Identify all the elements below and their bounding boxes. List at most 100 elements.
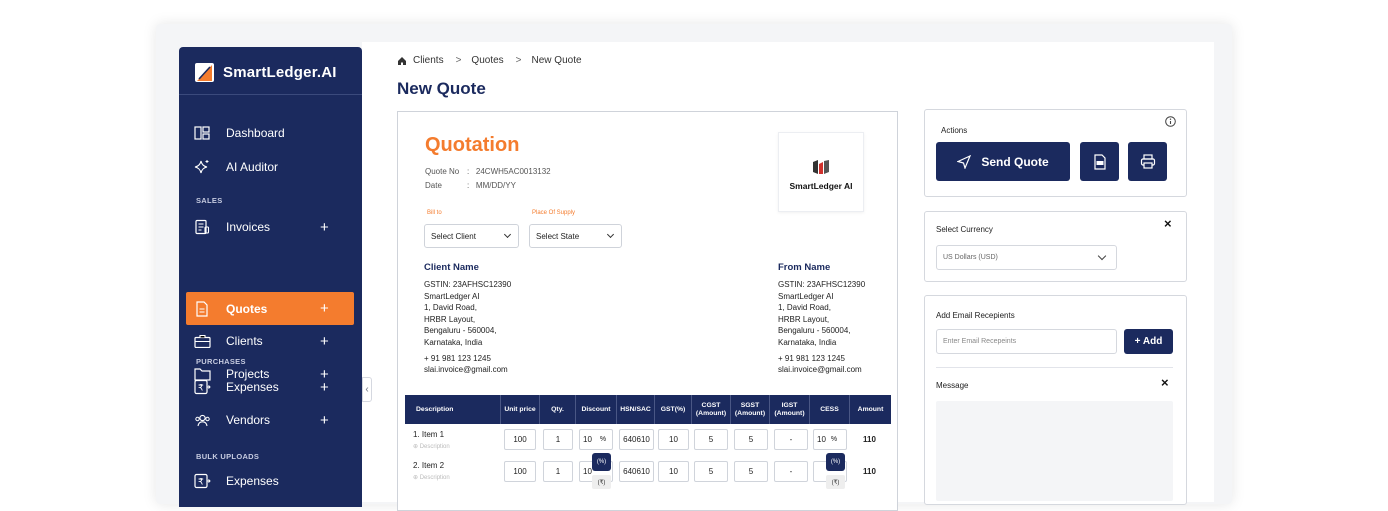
email-panel: Add Email Recepients Enter Email Recepei… xyxy=(924,295,1187,505)
discount-unit[interactable]: % xyxy=(600,436,606,443)
percent-option[interactable]: (%) xyxy=(592,453,611,471)
info-icon[interactable] xyxy=(1165,116,1176,127)
igst-input[interactable]: - xyxy=(774,461,808,482)
currency-value: US Dollars (USD) xyxy=(943,254,998,261)
client-select[interactable]: Select Client xyxy=(424,224,519,248)
unit-price-input[interactable]: 100 xyxy=(504,461,536,482)
send-quote-button[interactable]: Send Quote xyxy=(936,142,1070,181)
client-phone: + 91 981 123 1245 xyxy=(424,353,491,363)
gst-input[interactable]: 10 xyxy=(658,429,689,450)
sidebar-item-bulk-expenses[interactable]: ₹ Expenses xyxy=(179,466,362,496)
currency-title: Select Currency xyxy=(936,225,993,234)
divider xyxy=(936,367,1173,368)
item-subdescription[interactable]: ⊕ Description xyxy=(413,474,450,481)
sidebar-item-vendors[interactable]: Vendors + xyxy=(179,405,362,435)
add-invoice-button[interactable]: + xyxy=(320,219,329,236)
column-header-amount: Amount xyxy=(857,405,884,413)
item-description[interactable]: 1. Item 1 xyxy=(413,430,444,439)
rupee-option[interactable]: (₹) xyxy=(592,475,611,489)
client-address: GSTIN: 23AFHSC12390 SmartLedger AI 1, Da… xyxy=(424,279,511,376)
colon: : xyxy=(467,181,470,190)
sidebar-item-label: Invoices xyxy=(226,220,271,234)
sidebar-item-dashboard[interactable]: Dashboard xyxy=(179,118,362,148)
company-logo-text: SmartLedger AI xyxy=(789,181,853,191)
igst-input[interactable]: - xyxy=(774,429,808,450)
invoice-icon xyxy=(193,218,211,236)
state-select[interactable]: Select State xyxy=(529,224,622,248)
column-header-cgst: CGST (Amount) xyxy=(692,395,731,424)
add-vendor-button[interactable]: + xyxy=(320,412,329,429)
from-address-line: HRBR Layout, xyxy=(778,314,830,324)
hsn-input[interactable]: 640610 xyxy=(619,429,654,450)
send-quote-label: Send Quote xyxy=(981,154,1049,169)
cgst-input[interactable]: 5 xyxy=(694,461,728,482)
breadcrumb-clients[interactable]: Clients xyxy=(413,55,444,66)
quote-number: 24CWH5AC0013132 xyxy=(475,167,551,176)
home-icon[interactable] xyxy=(397,56,407,66)
add-circle-icon: ⊕ xyxy=(413,475,420,481)
close-icon[interactable]: × xyxy=(1164,216,1172,231)
client-address-line: Bengaluru - 560004, xyxy=(424,326,497,336)
cess-value: 10 xyxy=(817,435,826,444)
close-icon[interactable]: × xyxy=(1161,375,1169,390)
add-quote-button[interactable]: + xyxy=(320,300,329,317)
sidebar-item-label: AI Auditor xyxy=(226,160,279,174)
message-textarea[interactable] xyxy=(936,401,1173,501)
company-logo-box[interactable]: SmartLedger AI xyxy=(778,132,864,212)
sidebar-item-clients[interactable]: Clients + xyxy=(179,326,362,356)
cess-unit[interactable]: % xyxy=(831,436,837,443)
sidebar-item-invoices[interactable]: Invoices + xyxy=(179,212,362,242)
currency-select[interactable]: US Dollars (USD) xyxy=(936,245,1117,270)
date-row: Date: MM/DD/YY xyxy=(425,181,516,190)
item-subdescription[interactable]: ⊕ Description xyxy=(413,443,450,450)
unit-price-input[interactable]: 100 xyxy=(504,429,536,450)
qty-input[interactable]: 1 xyxy=(543,429,573,450)
add-client-button[interactable]: + xyxy=(320,333,329,350)
sidebar-item-expenses[interactable]: ₹ Expenses + xyxy=(179,372,362,402)
rupee-option[interactable]: (₹) xyxy=(826,475,845,489)
column-header-sgst: SGST (Amount) xyxy=(731,395,770,424)
users-icon xyxy=(193,411,211,429)
app-logo[interactable]: SmartLedger.AI xyxy=(195,61,337,83)
date-label: Date xyxy=(425,181,442,190)
send-icon xyxy=(957,154,972,169)
message-title: Message xyxy=(936,381,969,390)
actions-panel: Actions Send Quote xyxy=(924,109,1187,197)
page-title: New Quote xyxy=(397,79,486,98)
download-pdf-button[interactable] xyxy=(1080,142,1119,181)
column-header-unit-price: Unit price xyxy=(501,395,540,424)
client-address-line: 1, David Road, xyxy=(424,303,477,313)
sidebar: SmartLedger.AI Dashboard AI Auditor SALE… xyxy=(179,47,362,507)
cess-input[interactable]: 10% xyxy=(813,429,847,450)
svg-text:₹: ₹ xyxy=(198,384,204,394)
date-value[interactable]: MM/DD/YY xyxy=(476,181,516,190)
logo-icon xyxy=(195,63,214,82)
sgst-input[interactable]: 5 xyxy=(734,429,768,450)
gst-input[interactable]: 10 xyxy=(658,461,689,482)
discount-input[interactable]: 10% xyxy=(579,429,613,450)
sidebar-item-label: Quotes xyxy=(226,301,268,316)
print-button[interactable] xyxy=(1128,142,1167,181)
qty-input[interactable]: 1 xyxy=(543,461,573,482)
sidebar-item-ai-auditor[interactable]: AI Auditor xyxy=(179,152,362,182)
breadcrumb-quotes[interactable]: Quotes xyxy=(471,55,503,66)
chevron-left-icon: ‹ xyxy=(365,384,369,395)
email-recipients-input[interactable]: Enter Email Recepeints xyxy=(936,329,1117,354)
add-expense-button[interactable]: + xyxy=(320,379,329,396)
sidebar-item-label: Vendors xyxy=(226,413,271,427)
rupee-receipt-icon: ₹ xyxy=(193,378,211,396)
percent-option[interactable]: (%) xyxy=(826,453,845,471)
cgst-input[interactable]: 5 xyxy=(694,429,728,450)
state-select-value: Select State xyxy=(536,231,580,241)
column-header-cess: CESS xyxy=(810,395,850,424)
email-placeholder: Enter Email Recepeints xyxy=(943,338,1017,345)
sgst-input[interactable]: 5 xyxy=(734,461,768,482)
collapse-sidebar-button[interactable]: ‹ xyxy=(362,377,372,402)
add-circle-icon: ⊕ xyxy=(413,444,420,450)
add-email-button[interactable]: + Add xyxy=(1124,329,1173,354)
from-address-line: Bengaluru - 560004, xyxy=(778,326,851,336)
sidebar-item-quotes[interactable]: Quotes + xyxy=(186,292,354,325)
hsn-input[interactable]: 640610 xyxy=(619,461,654,482)
place-of-supply-label: Place Of Supply xyxy=(532,210,576,216)
item-description[interactable]: 2. Item 2 xyxy=(413,461,444,470)
